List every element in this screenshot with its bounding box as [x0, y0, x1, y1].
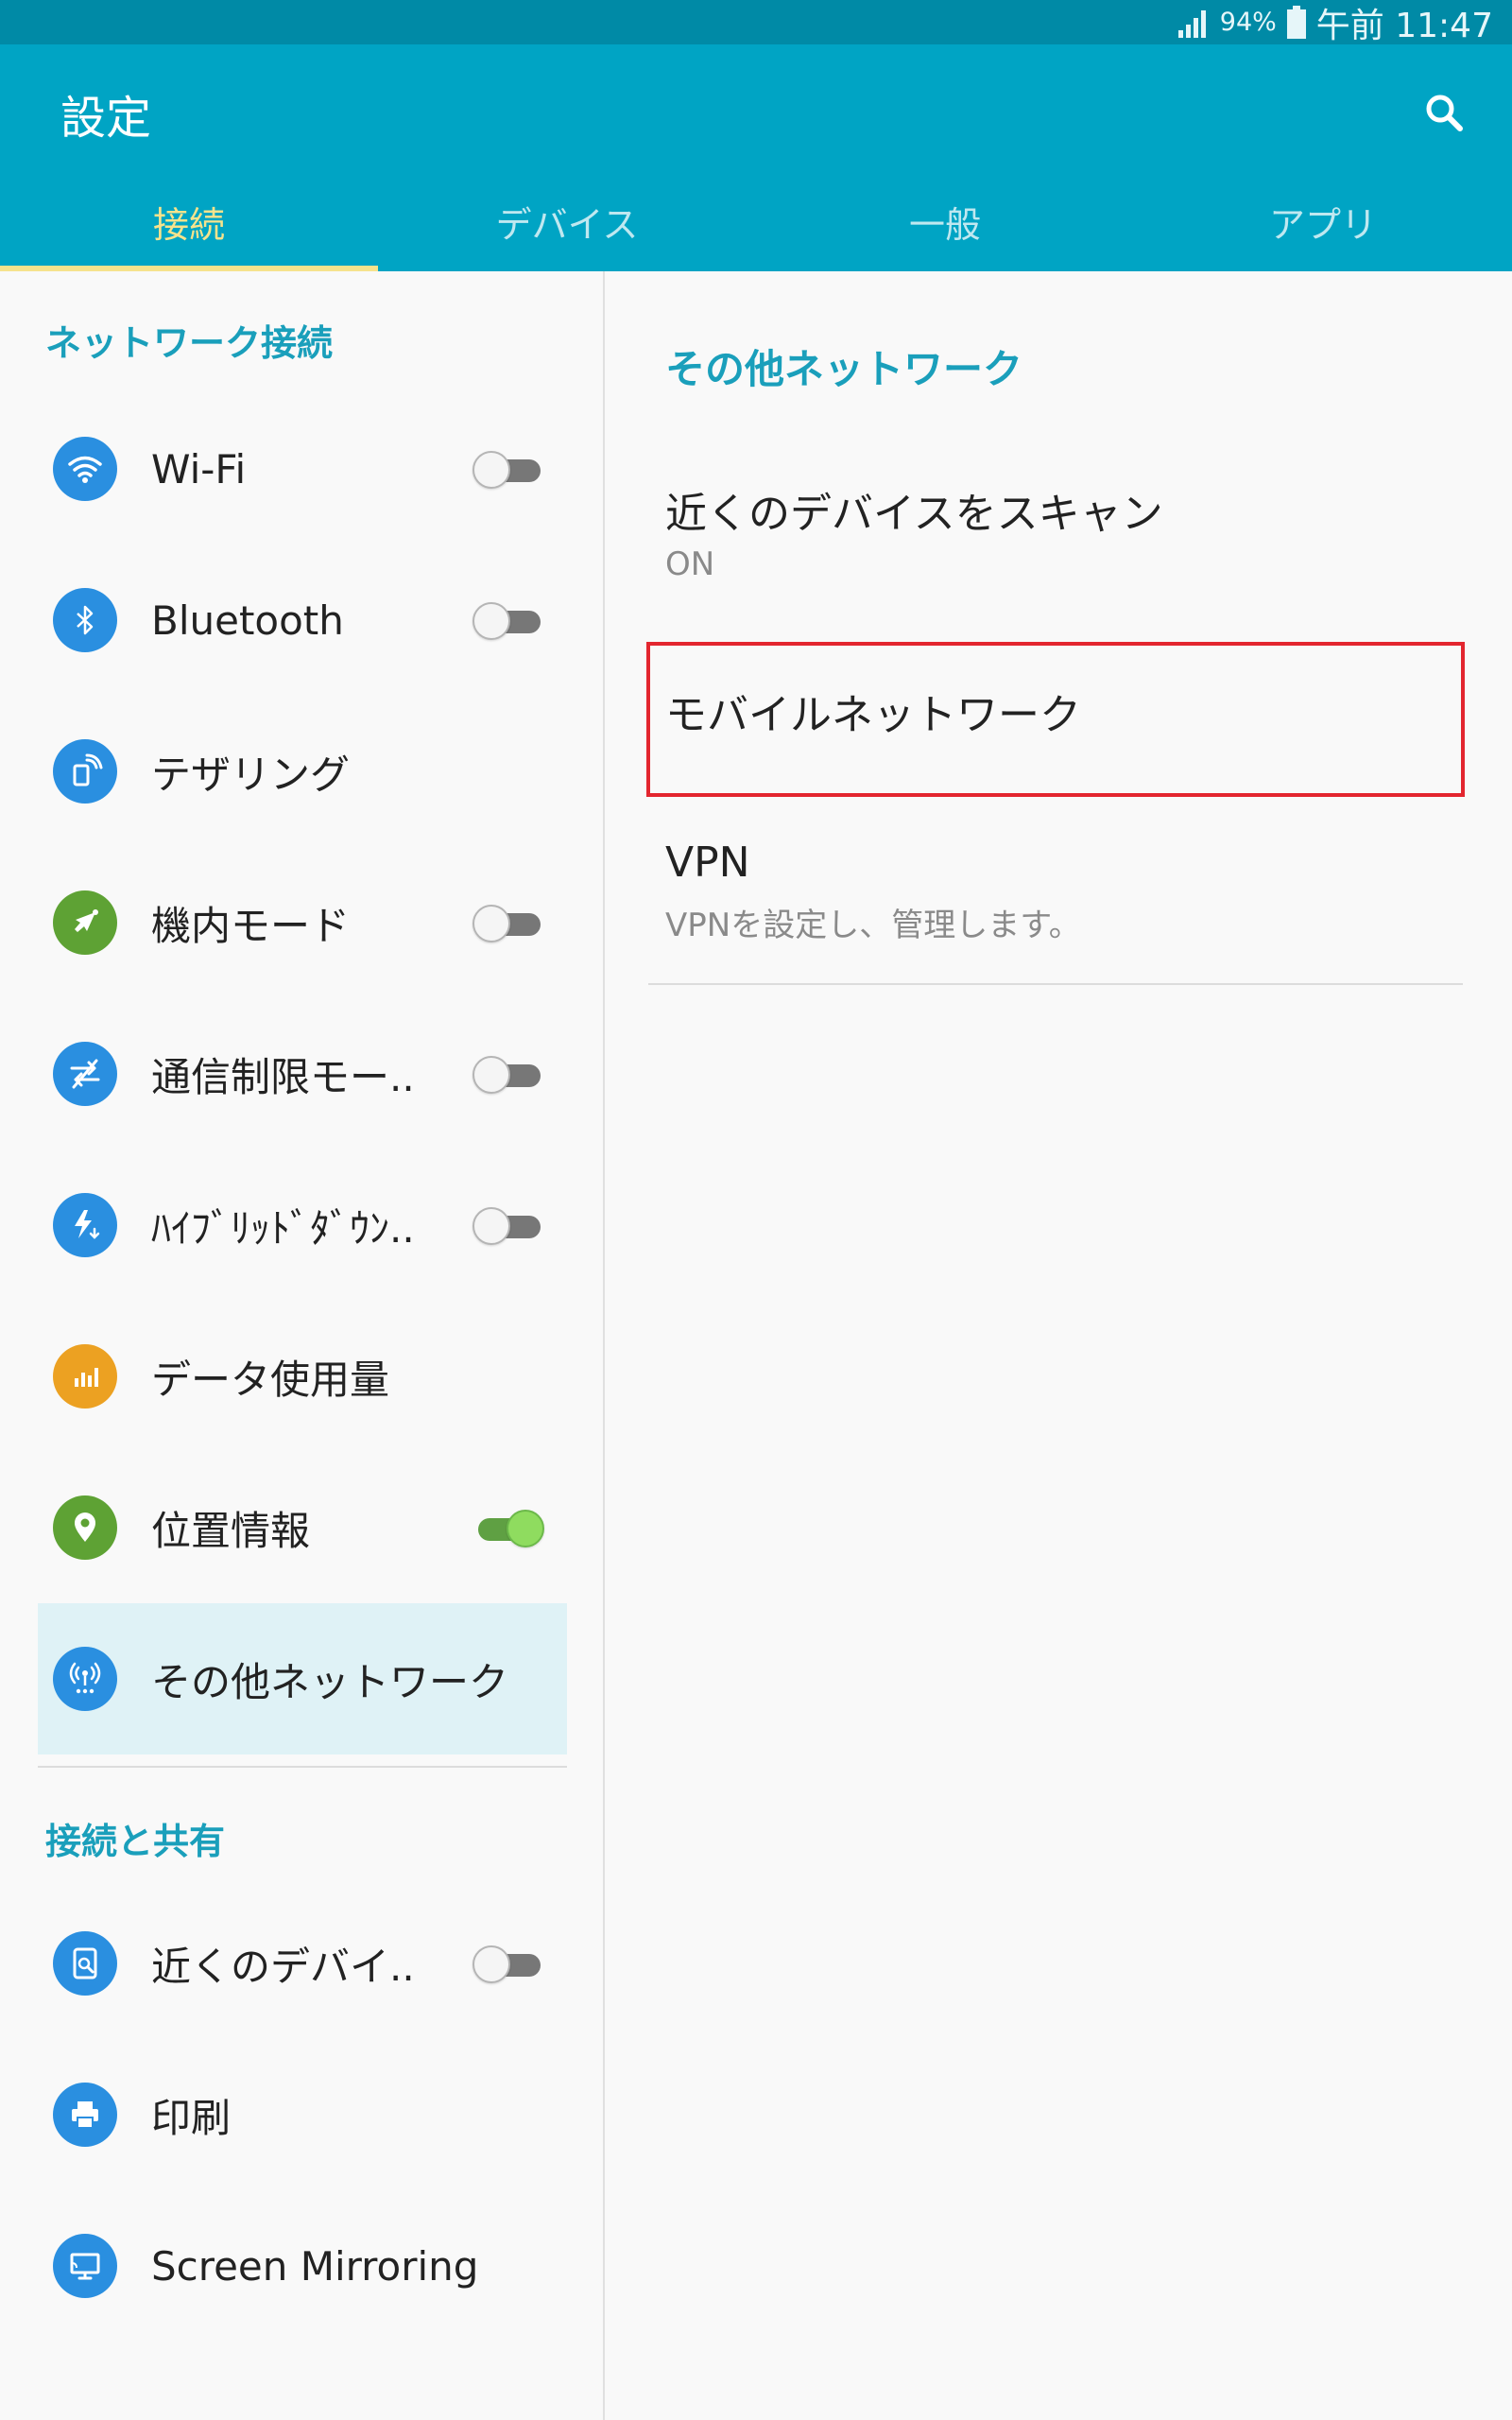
app-bar: 設定 接続 デバイス 一般 アプリ — [0, 44, 1512, 271]
detail-item-nearby-scan[interactable]: 近くのデバイスをスキャン ON — [605, 479, 1512, 640]
detail-item-title: 近くのデバイスをスキャン — [665, 490, 1163, 538]
menu-item-screen-mirroring[interactable]: Screen Mirroring — [38, 2190, 567, 2342]
menu-item-label: ﾊｲﾌﾞﾘｯﾄﾞﾀﾞｳﾝ.. — [151, 1204, 415, 1252]
location-icon — [53, 1495, 117, 1560]
battery-icon — [1286, 5, 1306, 39]
airplane-mode-toggle[interactable] — [472, 904, 544, 942]
menu-item-label: 印刷 — [151, 2094, 232, 2141]
nearby-device-icon — [53, 1931, 117, 1996]
status-right: 94% 午前 11:47 — [1177, 0, 1493, 45]
menu-item-data-restriction[interactable]: 通信制限モー.. — [38, 998, 567, 1150]
signal-icon — [1177, 9, 1206, 38]
settings-list-pane: ネットワーク接続 Wi-Fi Bluetooth テザリング 機内モード 通信制… — [0, 271, 603, 2420]
battery-percent: 94% — [1219, 8, 1277, 37]
menu-item-hybrid-download[interactable]: ﾊｲﾌﾞﾘｯﾄﾞﾀﾞｳﾝ.. — [38, 1150, 567, 1301]
tab-connections[interactable]: 接続 — [0, 186, 378, 271]
data-usage-icon — [53, 1344, 117, 1409]
wifi-icon — [53, 437, 117, 501]
menu-item-more-networks[interactable]: その他ネットワーク — [38, 1603, 567, 1754]
detail-item-subtitle: ON — [665, 545, 715, 583]
menu-item-label: Bluetooth — [151, 596, 344, 644]
menu-item-label: 近くのデバイ.. — [151, 1943, 415, 1990]
highlight-box — [646, 642, 1465, 797]
bluetooth-toggle[interactable] — [472, 601, 544, 640]
menu-item-label: 機内モード — [151, 902, 351, 949]
detail-item-vpn[interactable]: VPN VPNを設定し、管理します。 — [605, 838, 1512, 980]
menu-item-nearby-device[interactable]: 近くのデバイ.. — [38, 1888, 567, 2039]
location-toggle[interactable] — [472, 1509, 544, 1547]
tethering-icon — [53, 739, 117, 804]
page-title: 設定 — [60, 92, 152, 145]
detail-header: その他ネットワーク — [665, 346, 1023, 392]
screen-mirroring-icon — [53, 2234, 117, 2298]
search-button[interactable] — [1414, 82, 1474, 143]
data-restrict-icon — [53, 1042, 117, 1106]
menu-item-label: 通信制限モー.. — [151, 1053, 415, 1100]
detail-item-subtitle: VPNを設定し、管理します。 — [665, 907, 1081, 944]
menu-item-airplane-mode[interactable]: 機内モード — [38, 847, 567, 998]
print-icon — [53, 2083, 117, 2147]
data-restriction-toggle[interactable] — [472, 1055, 544, 1094]
status-time: 午前 11:47 — [1315, 6, 1493, 45]
menu-item-label: その他ネットワーク — [151, 1658, 509, 1705]
nearby-device-toggle[interactable] — [472, 1945, 544, 1983]
wifi-toggle[interactable] — [472, 450, 544, 489]
list-divider — [648, 983, 1463, 985]
menu-item-label: Screen Mirroring — [151, 2242, 479, 2290]
settings-screen: 94% 午前 11:47 設定 接続 デバイス 一般 アプリ ネットワーク接続 — [0, 0, 1512, 2420]
bluetooth-icon — [53, 588, 117, 652]
section-header-network: ネットワーク接続 — [45, 322, 334, 364]
menu-item-print[interactable]: 印刷 — [38, 2039, 567, 2190]
tab-device[interactable]: デバイス — [378, 186, 756, 271]
section-divider — [38, 1766, 567, 1768]
menu-item-location[interactable]: 位置情報 — [38, 1452, 567, 1603]
section-header-share: 接続と共有 — [45, 1821, 226, 1862]
hybrid-download-toggle[interactable] — [472, 1206, 544, 1245]
hybrid-download-icon — [53, 1193, 117, 1257]
tab-bar: 接続 デバイス 一般 アプリ — [0, 186, 1512, 271]
menu-item-label: テザリング — [151, 751, 351, 798]
menu-item-wifi[interactable]: Wi-Fi — [38, 393, 567, 544]
menu-item-label: 位置情報 — [151, 1507, 311, 1554]
airplane-icon — [53, 890, 117, 955]
detail-pane: その他ネットワーク 近くのデバイスをスキャン ON モバイルネットワーク VPN… — [605, 271, 1512, 2420]
menu-item-data-usage[interactable]: データ使用量 — [38, 1301, 567, 1452]
menu-item-label: Wi-Fi — [151, 445, 247, 493]
detail-item-title: VPN — [665, 838, 750, 887]
status-bar: 94% 午前 11:47 — [0, 0, 1512, 45]
menu-item-label: データ使用量 — [151, 1356, 390, 1403]
menu-item-tethering[interactable]: テザリング — [38, 696, 567, 847]
tab-general[interactable]: 一般 — [756, 186, 1134, 271]
search-icon — [1426, 95, 1463, 131]
menu-item-bluetooth[interactable]: Bluetooth — [38, 544, 567, 696]
tab-apps[interactable]: アプリ — [1134, 186, 1512, 271]
more-networks-icon — [53, 1647, 117, 1711]
